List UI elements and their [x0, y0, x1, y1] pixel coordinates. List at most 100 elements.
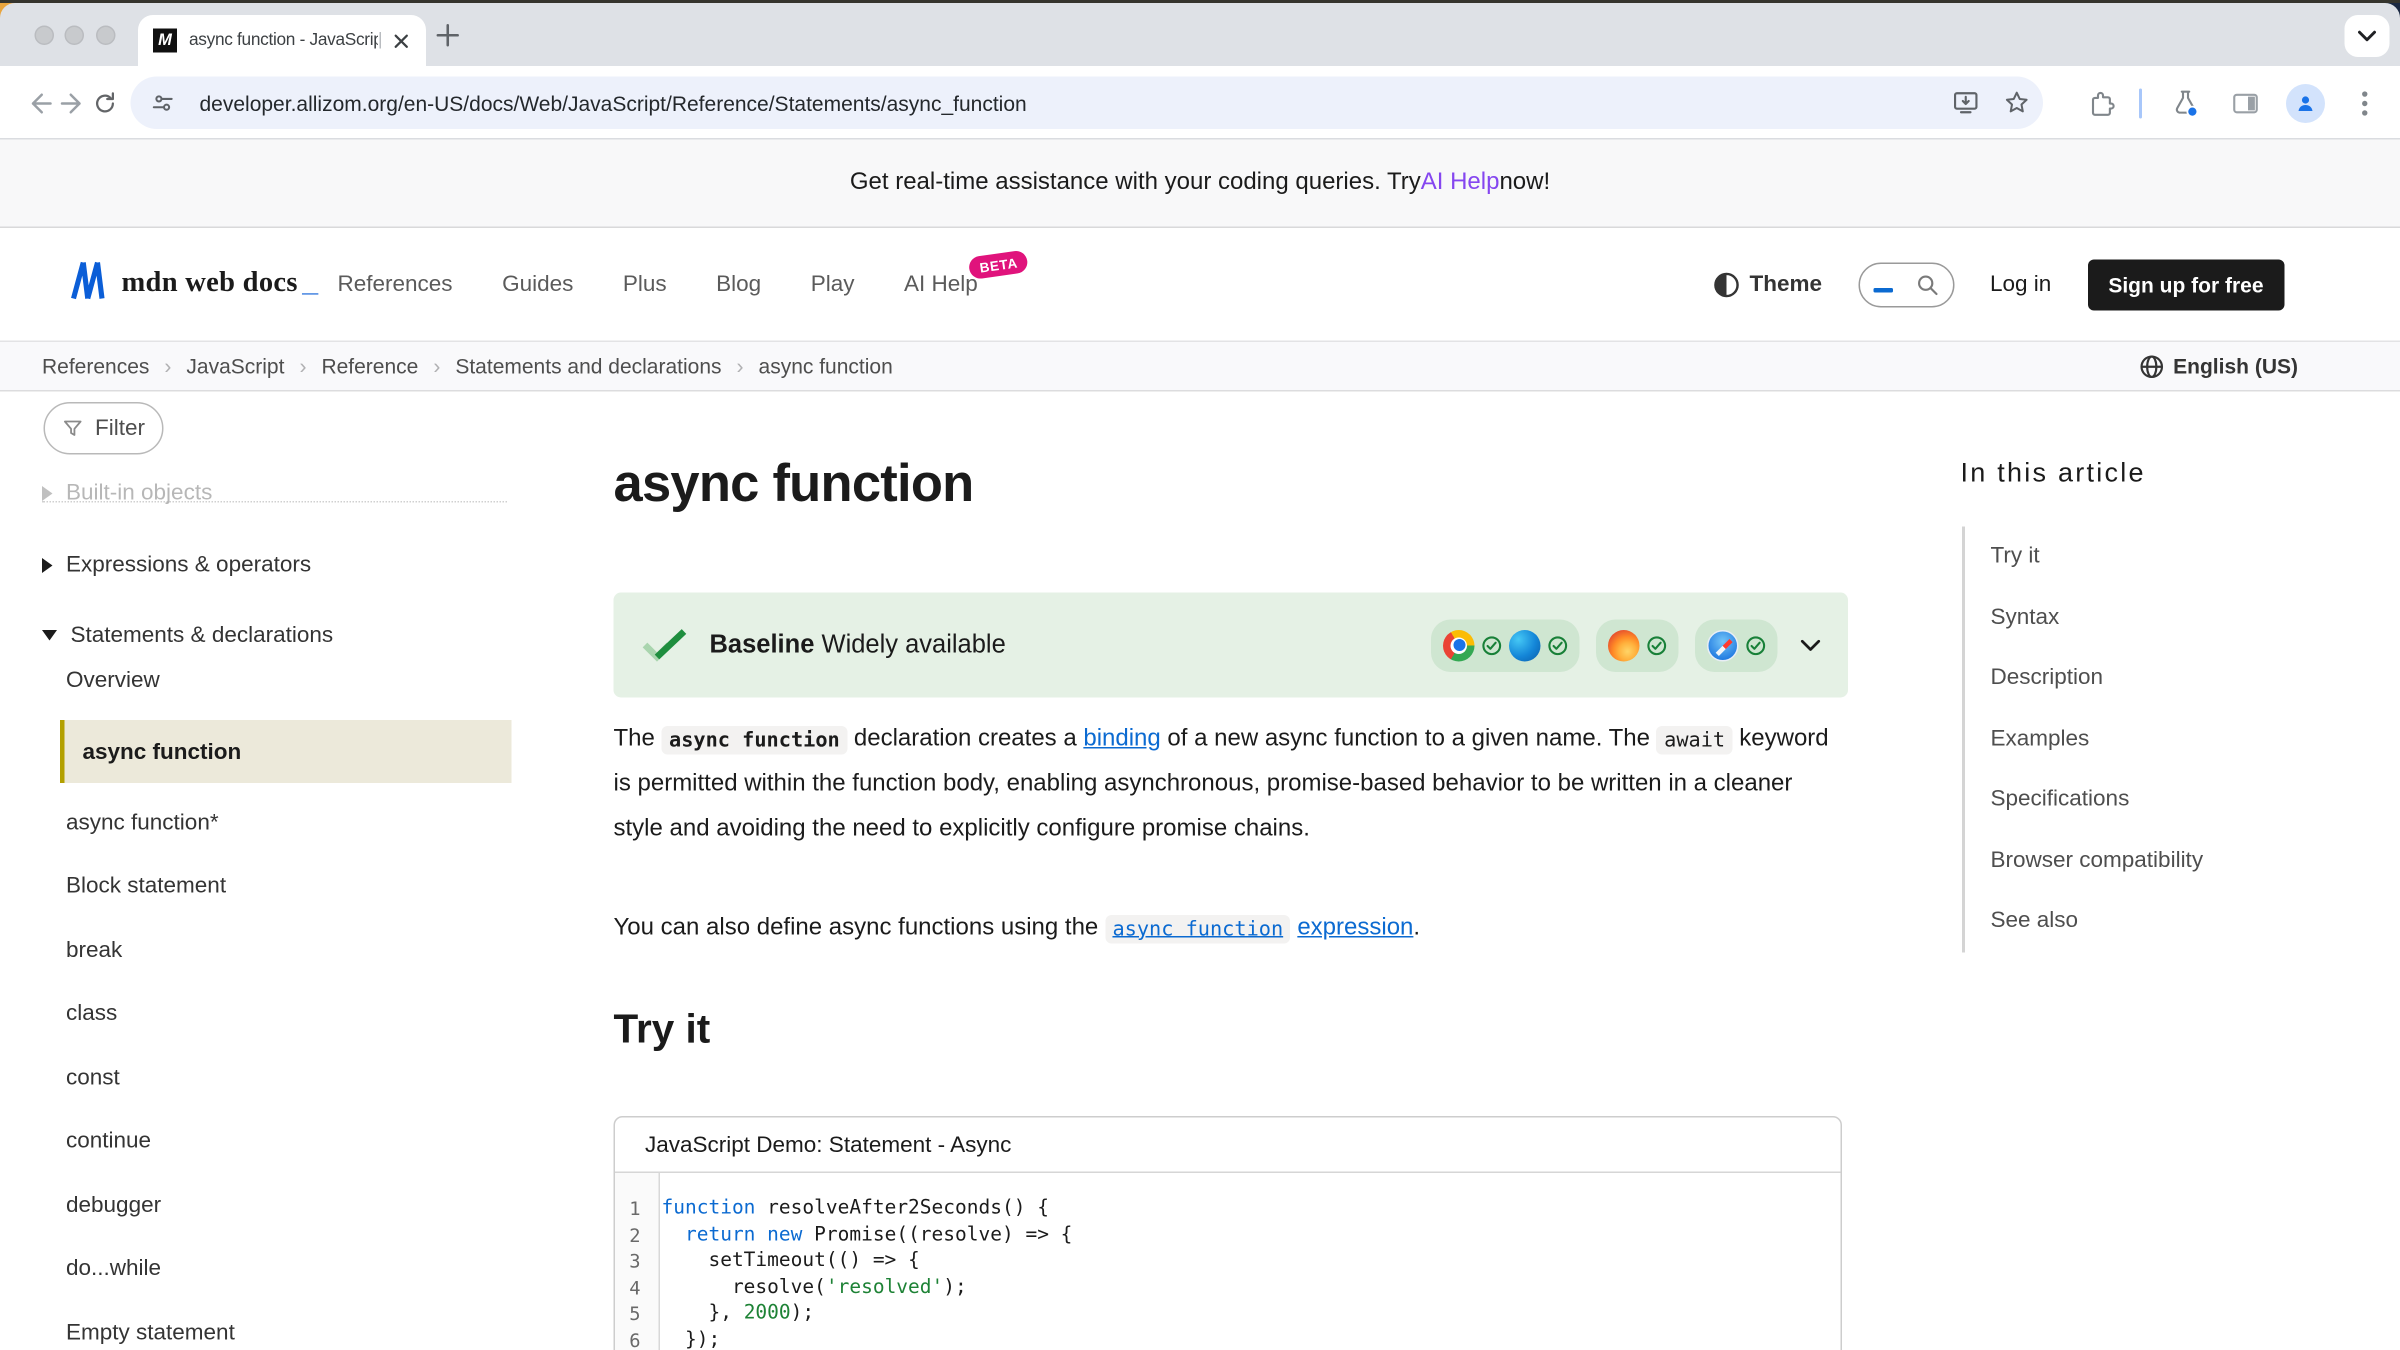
tab-close-icon[interactable] — [392, 31, 412, 51]
code-token: resolve( — [662, 1276, 826, 1299]
tab-search-button[interactable] — [2345, 15, 2390, 57]
sidebar-item-class[interactable]: class — [66, 1001, 117, 1027]
code-token: }); — [662, 1328, 721, 1350]
nav-plus[interactable]: Plus — [623, 272, 667, 298]
nav-references[interactable]: References — [338, 272, 453, 298]
expression-link[interactable]: expression — [1297, 915, 1413, 941]
browser-toolbar: developer.allizom.org/en-US/docs/Web/Jav… — [0, 66, 2400, 140]
toc-item-description[interactable]: Description — [1991, 665, 2104, 691]
bookmark-star-icon[interactable] — [1989, 66, 2043, 140]
promo-text-before: Get real-time assistance with your codin… — [850, 170, 1421, 197]
demo-header: JavaScript Demo: Statement - Async — [615, 1118, 1841, 1174]
sidebar-section-expressions[interactable]: Expressions & operators — [42, 552, 311, 578]
url-text[interactable]: developer.allizom.org/en-US/docs/Web/Jav… — [200, 91, 1942, 115]
binding-link[interactable]: binding — [1083, 726, 1160, 752]
person-icon — [2294, 91, 2318, 115]
toc-item-examples[interactable]: Examples — [1991, 726, 2090, 752]
toc-item-syntax[interactable]: Syntax — [1991, 605, 2060, 631]
sidebar-item-empty-statement[interactable]: Empty statement — [66, 1320, 235, 1346]
side-panel-icon[interactable] — [2225, 66, 2267, 140]
chrome-icon — [1443, 629, 1475, 661]
toc-rule — [1962, 527, 1965, 953]
theme-label: Theme — [1749, 272, 1822, 298]
keyword-token: return — [685, 1223, 755, 1246]
breadcrumb-statements[interactable]: Statements and declarations — [455, 354, 721, 378]
breadcrumb-javascript[interactable]: JavaScript — [186, 354, 284, 378]
baseline-word: Baseline — [710, 630, 815, 659]
sidebar-item-block-statement[interactable]: Block statement — [66, 873, 226, 899]
code-line-4: 4 resolve('resolved'); — [615, 1274, 1841, 1300]
traffic-light-close[interactable] — [35, 26, 55, 46]
install-app-icon[interactable] — [1941, 66, 1989, 140]
page-viewport: Get real-time assistance with your codin… — [0, 140, 2400, 1350]
search-input[interactable] — [1858, 262, 1954, 307]
sidebar-item-async-function-star[interactable]: async function* — [66, 810, 219, 836]
firefox-support-pill — [1596, 619, 1679, 672]
baseline-label: Baseline Widely available — [710, 630, 1006, 660]
line-number: 1 — [615, 1196, 653, 1222]
signup-button[interactable]: Sign up for free — [2087, 259, 2284, 310]
sidebar-item-do-while[interactable]: do...while — [66, 1256, 161, 1282]
line-number: 2 — [615, 1222, 653, 1248]
sidebar-item-continue[interactable]: continue — [66, 1128, 151, 1154]
sidebar-item-overview[interactable]: Overview — [66, 668, 160, 694]
code-token — [662, 1223, 685, 1246]
browser-menu-icon[interactable] — [2343, 66, 2385, 140]
filter-funnel-icon — [62, 417, 85, 440]
sidebar-filter-button[interactable]: Filter — [44, 402, 164, 455]
ai-help-promo-link[interactable]: AI Help — [1421, 170, 1500, 197]
toc-item-specifications[interactable]: Specifications — [1991, 786, 2130, 812]
mdn-logo[interactable]: mdn web docs _ — [69, 261, 318, 300]
code-token: ); — [791, 1302, 814, 1325]
nav-ai-help[interactable]: AI Help BETA — [904, 272, 978, 298]
supported-check-icon — [1647, 635, 1667, 655]
breadcrumb-separator: › — [737, 354, 744, 378]
baseline-expand-chevron-icon[interactable] — [1800, 638, 1821, 652]
text: You can also define async functions usin… — [614, 915, 1105, 941]
toc-item-try-it[interactable]: Try it — [1991, 543, 2040, 569]
toc-item-browser-compat[interactable]: Browser compatibility — [1991, 848, 2204, 874]
chrome-labs-flask-icon[interactable] — [2165, 66, 2207, 140]
logo-underscore: _ — [302, 267, 318, 300]
code-token: ); — [943, 1276, 966, 1299]
address-bar[interactable]: developer.allizom.org/en-US/docs/Web/Jav… — [131, 77, 2044, 130]
browser-tab[interactable]: M async function - JavaScript | — [138, 15, 426, 66]
new-tab-button[interactable] — [435, 23, 461, 49]
sidebar-item-debugger[interactable]: debugger — [66, 1193, 161, 1219]
profile-avatar[interactable] — [2285, 66, 2327, 140]
code-editor[interactable]: 1function resolveAfter2Seconds() { 2 ret… — [615, 1173, 1841, 1350]
nav-blog[interactable]: Blog — [716, 272, 761, 298]
reload-button[interactable] — [84, 66, 126, 140]
supported-check-icon — [1548, 635, 1568, 655]
language-label: English (US) — [2173, 354, 2298, 378]
toc-item-see-also[interactable]: See also — [1991, 908, 2079, 934]
screenshot-root: M async function - JavaScript | — [0, 0, 2400, 1350]
filter-label: Filter — [95, 416, 145, 442]
extensions-puzzle-icon[interactable] — [2082, 66, 2124, 140]
beta-badge: BETA — [968, 249, 1030, 280]
traffic-light-minimize[interactable] — [65, 26, 85, 46]
keyword-token: new — [767, 1223, 802, 1246]
breadcrumb-separator: › — [299, 354, 306, 378]
theme-toggle[interactable]: Theme — [1713, 271, 1822, 298]
line-number: 3 — [615, 1248, 653, 1274]
nav-play[interactable]: Play — [811, 272, 855, 298]
breadcrumb-current: async function — [759, 354, 893, 378]
site-info-icon[interactable] — [137, 66, 188, 140]
text: declaration creates a — [847, 726, 1083, 752]
inline-code-async-function: async function — [662, 725, 848, 754]
keyword-token: function — [662, 1197, 756, 1220]
login-link[interactable]: Log in — [1990, 272, 2051, 298]
sidebar-divider — [42, 501, 507, 503]
promo-text-after: now! — [1499, 170, 1550, 197]
async-function-expression-code-link[interactable]: async function — [1105, 914, 1291, 943]
sidebar-section-statements[interactable]: Statements & declarations — [42, 623, 333, 649]
breadcrumb-reference[interactable]: Reference — [321, 354, 418, 378]
traffic-light-zoom[interactable] — [96, 26, 116, 46]
nav-guides[interactable]: Guides — [502, 272, 573, 298]
language-selector[interactable]: English (US) — [2139, 353, 2298, 379]
breadcrumb-references[interactable]: References — [42, 354, 149, 378]
sidebar-item-break[interactable]: break — [66, 938, 122, 964]
sidebar-item-const[interactable]: const — [66, 1065, 120, 1091]
sidebar-item-async-function-active[interactable]: async function — [60, 720, 512, 783]
